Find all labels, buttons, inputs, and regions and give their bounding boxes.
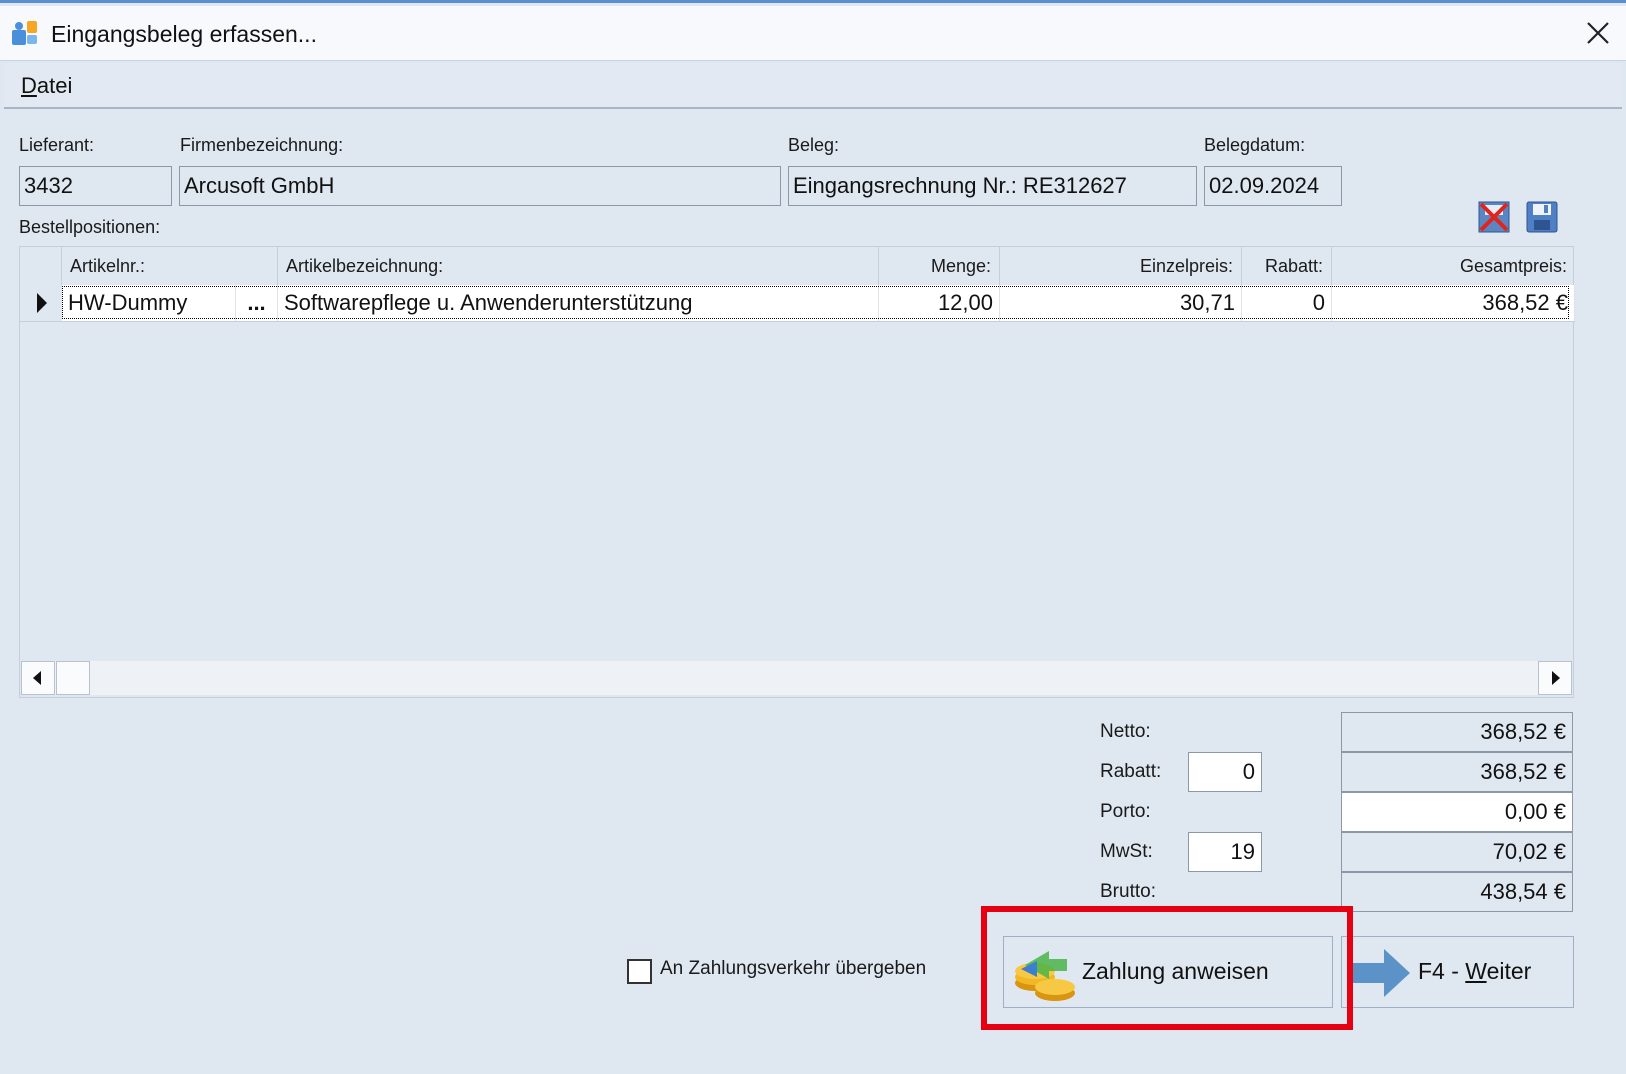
belegdatum-field[interactable]: 02.09.2024 — [1204, 166, 1342, 206]
app-icon — [12, 21, 37, 45]
firma-label: Firmenbezeichnung: — [180, 135, 344, 155]
col-gesamtpreis[interactable]: Gesamtpreis: — [1332, 247, 1575, 285]
mwst-percent-input[interactable]: 19 — [1188, 832, 1262, 872]
window-title: Eingangsbeleg erfassen... — [51, 21, 317, 47]
close-button[interactable] — [1570, 6, 1626, 60]
grid-header: Artikelnr.: Artikelbezeichnung: Menge: E… — [20, 247, 1575, 285]
close-icon — [1587, 22, 1609, 44]
row-selector[interactable] — [20, 285, 61, 321]
weiter-mnemonic: W — [1465, 958, 1487, 984]
porto-label: Porto: — [1100, 801, 1151, 822]
grid-corner — [20, 247, 62, 285]
mwst-value: 70,02 € — [1341, 832, 1573, 872]
zahlungsverkehr-label[interactable]: An Zahlungsverkehr übergeben — [660, 958, 926, 980]
beleg-label: Beleg: — [788, 135, 840, 155]
save-button[interactable] — [1524, 199, 1560, 235]
lieferant-field[interactable]: 3432 — [19, 166, 172, 206]
scroll-left-button[interactable] — [21, 661, 55, 695]
belegdatum-label: Belegdatum: — [1204, 135, 1306, 155]
menu-datei-mnemonic: D — [21, 73, 37, 98]
delete-button[interactable] — [1476, 199, 1512, 235]
netto-value: 368,52 € — [1341, 712, 1573, 752]
rabatt-label: Rabatt: — [1100, 761, 1162, 782]
zahlungsverkehr-checkbox[interactable] — [627, 959, 652, 984]
cell-einzelpreis[interactable]: 30,71 — [1000, 285, 1242, 321]
save-disk-icon — [1526, 201, 1558, 233]
dialog-window: Eingangsbeleg erfassen... Datei Lieferan… — [0, 0, 1626, 1074]
positions-grid: Artikelnr.: Artikelbezeichnung: Menge: E… — [19, 246, 1575, 698]
beleg-field[interactable]: Eingangsrechnung Nr.: RE312627 — [788, 166, 1197, 206]
scroll-thumb[interactable] — [56, 661, 90, 695]
mwst-label: MwSt: — [1100, 841, 1153, 862]
scroll-right-button[interactable] — [1538, 661, 1572, 695]
rabatt-percent-input[interactable]: 0 — [1188, 752, 1262, 792]
col-einzelpreis[interactable]: Einzelpreis: — [1000, 247, 1242, 285]
weiter-button[interactable]: F4 - Weiter — [1341, 936, 1574, 1008]
cell-artikelnr[interactable]: HW-Dummy — [62, 285, 236, 321]
lieferant-label: Lieferant: — [19, 135, 95, 155]
coins-payment-icon — [1015, 951, 1075, 1001]
delete-x-icon — [1478, 201, 1510, 233]
row-pointer-icon — [37, 293, 47, 313]
col-menge[interactable]: Menge: — [879, 247, 1000, 285]
weiter-prefix: F4 - — [1418, 958, 1466, 984]
col-artikelnr[interactable]: Artikelnr.: — [62, 247, 278, 285]
table-row[interactable]: HW-Dummy ... Softwarepflege u. Anwenderu… — [20, 285, 1575, 322]
zahlung-anweisen-label: Zahlung anweisen — [1082, 958, 1269, 984]
cell-artikelbezeichnung[interactable]: Softwarepflege u. Anwenderunterstützung — [278, 285, 879, 321]
bestellpositionen-label: Bestellpositionen: — [19, 217, 161, 237]
col-rabatt[interactable]: Rabatt: — [1242, 247, 1332, 285]
cell-menge[interactable]: 12,00 — [879, 285, 1000, 321]
cell-rabatt[interactable]: 0 — [1242, 285, 1332, 321]
title-bar: Eingangsbeleg erfassen... — [0, 6, 1626, 61]
brutto-label: Brutto: — [1100, 881, 1156, 902]
menu-datei-label: atei — [36, 73, 73, 98]
netto-label: Netto: — [1100, 721, 1151, 742]
cell-lookup-button[interactable]: ... — [236, 285, 278, 321]
arrow-right-big-icon — [1352, 949, 1410, 997]
col-artikelbezeichnung[interactable]: Artikelbezeichnung: — [278, 247, 879, 285]
cell-gesamtpreis[interactable]: 368,52 € — [1332, 285, 1575, 321]
menu-bar: Datei — [4, 63, 1622, 109]
arrow-right-icon — [1552, 671, 1560, 685]
horizontal-scrollbar[interactable] — [21, 661, 1572, 695]
porto-input[interactable]: 0,00 € — [1341, 792, 1573, 832]
weiter-label: F4 - Weiter — [1418, 958, 1531, 985]
rabatt-value: 368,52 € — [1341, 752, 1573, 792]
arrow-left-icon — [33, 671, 41, 685]
zahlung-anweisen-button[interactable]: Zahlung anweisen — [1003, 936, 1333, 1008]
firma-field[interactable]: Arcusoft GmbH — [179, 166, 781, 206]
brutto-value: 438,54 € — [1341, 872, 1573, 912]
weiter-rest: eiter — [1486, 958, 1532, 984]
menu-datei[interactable]: Datei — [21, 73, 72, 99]
